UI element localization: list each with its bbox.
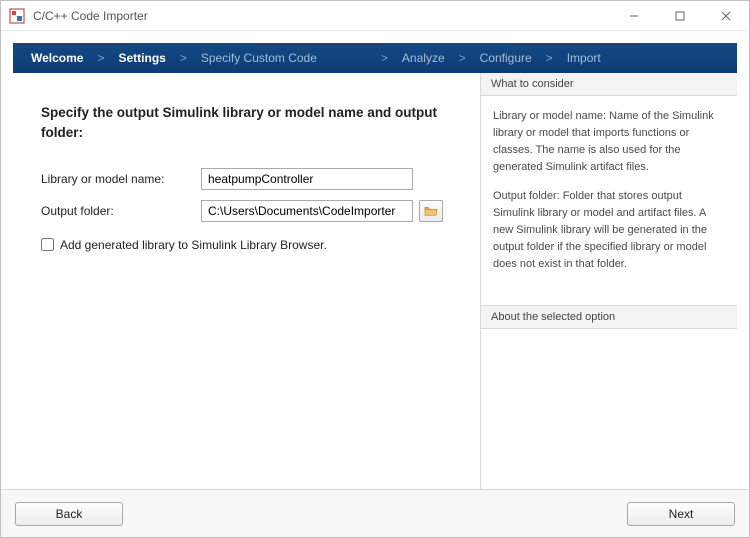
row-add-to-browser: Add generated library to Simulink Librar… — [41, 238, 458, 252]
wizard-navbar: Welcome > Settings > Specify Custom Code… — [13, 43, 737, 73]
page-heading: Specify the output Simulink library or m… — [41, 103, 458, 144]
next-button[interactable]: Next — [627, 502, 735, 526]
maximize-button[interactable] — [657, 1, 703, 31]
label-output-folder: Output folder: — [41, 204, 201, 218]
checkbox-add-to-browser[interactable] — [41, 238, 54, 251]
info-body-what: Library or model name: Name of the Simul… — [481, 96, 737, 305]
nav-step-welcome[interactable]: Welcome — [21, 51, 93, 65]
info-header-about: About the selected option — [481, 305, 737, 329]
chevron-right-icon: > — [377, 51, 392, 65]
main-pane: Specify the output Simulink library or m… — [13, 73, 480, 489]
chevron-right-icon: > — [542, 51, 557, 65]
app-icon — [9, 8, 25, 24]
label-library-name: Library or model name: — [41, 172, 201, 186]
row-output-folder: Output folder: — [41, 200, 458, 222]
nav-step-import: Import — [557, 51, 611, 65]
browse-folder-button[interactable] — [419, 200, 443, 222]
folder-icon — [424, 205, 438, 217]
footer: Back Next — [1, 489, 749, 537]
window-title: C/C++ Code Importer — [33, 9, 148, 23]
minimize-button[interactable] — [611, 1, 657, 31]
input-library-name[interactable] — [201, 168, 413, 190]
nav-step-settings[interactable]: Settings — [108, 51, 175, 65]
info-pane: What to consider Library or model name: … — [480, 73, 737, 489]
chevron-right-icon: > — [176, 51, 191, 65]
back-button[interactable]: Back — [15, 502, 123, 526]
nav-step-specify: Specify Custom Code — [191, 51, 327, 65]
input-output-folder[interactable] — [201, 200, 413, 222]
close-button[interactable] — [703, 1, 749, 31]
nav-step-analyze: Analyze — [392, 51, 455, 65]
info-header-what: What to consider — [481, 73, 737, 96]
info-text: Output folder: Folder that stores output… — [493, 188, 725, 273]
label-add-to-browser: Add generated library to Simulink Librar… — [60, 238, 327, 252]
chevron-right-icon: > — [455, 51, 470, 65]
titlebar: C/C++ Code Importer — [1, 1, 749, 31]
chevron-right-icon: > — [93, 51, 108, 65]
row-library-name: Library or model name: — [41, 168, 458, 190]
info-text: Library or model name: Name of the Simul… — [493, 108, 725, 176]
nav-step-configure: Configure — [470, 51, 542, 65]
